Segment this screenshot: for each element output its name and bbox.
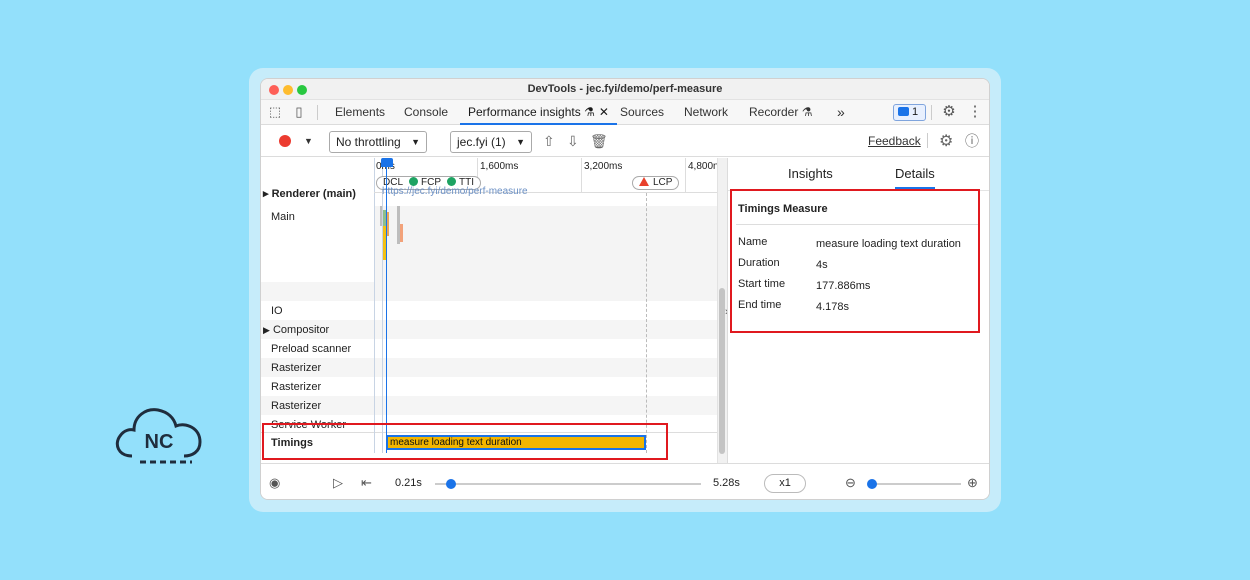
tick-line: [581, 158, 582, 193]
divider: [927, 133, 928, 148]
nc-cloud-logo: NC: [115, 408, 202, 464]
track-main: Main: [271, 211, 295, 223]
playback-end-time: 5.28s: [713, 477, 740, 489]
screenshot-preview-eye-icon[interactable]: ◉: [269, 475, 280, 491]
more-options-icon[interactable]: ⋮: [967, 104, 983, 120]
settings-gear-icon[interactable]: ⚙: [941, 104, 957, 120]
playback-slider-knob[interactable]: [445, 479, 456, 489]
issues-count: 1: [912, 106, 919, 118]
skip-to-start-icon[interactable]: ⇤: [361, 475, 372, 491]
tab-network[interactable]: Network: [684, 100, 728, 125]
chat-icon: [898, 107, 909, 116]
track-divider: [374, 158, 375, 453]
row-stripe: [261, 358, 717, 377]
close-tab-icon[interactable]: ✕: [599, 105, 609, 119]
divider: [931, 105, 932, 120]
delete-trash-icon[interactable]: 🗑: [590, 133, 608, 150]
row-stripe: [261, 320, 717, 339]
playback-footer: ◉ ▷ ⇤ 0.21s 5.28s x1 ⊖ ⊕: [261, 463, 989, 499]
throttling-value: No throttling: [336, 135, 401, 149]
track-rasterizer: Rasterizer: [271, 362, 322, 374]
main-thread-area: [374, 206, 717, 301]
flask-icon: ⚗: [801, 105, 813, 119]
tab-performance-insights-label: Performance insights: [468, 105, 581, 119]
tick-line: [685, 158, 686, 193]
tick-label: 4,800n: [688, 161, 719, 172]
track-rasterizer: Rasterizer: [271, 400, 322, 412]
playhead-handle[interactable]: [381, 158, 393, 167]
playback-slider[interactable]: [435, 483, 701, 485]
recording-select[interactable]: jec.fyi (1) ▼: [450, 131, 532, 153]
details-highlight-box: [730, 189, 980, 333]
record-button[interactable]: [279, 135, 291, 147]
upload-icon[interactable]: ⇧: [543, 133, 555, 150]
tab-recorder[interactable]: Recorder ⚗: [749, 100, 812, 125]
fcp-dot-icon: [409, 177, 419, 186]
panel-settings-gear-icon[interactable]: ⚙: [939, 131, 953, 151]
record-options-chevron-down-icon[interactable]: ▼: [304, 136, 313, 146]
zoom-out-icon[interactable]: ⊖: [845, 475, 856, 491]
lcp-marker-pill[interactable]: LCP: [632, 176, 680, 190]
tab-console[interactable]: Console: [404, 100, 448, 125]
zoom-slider-knob[interactable]: [866, 479, 877, 489]
issues-badge[interactable]: 1: [893, 104, 926, 121]
track-io: IO: [271, 305, 283, 317]
track-preload-scanner: Preload scanner: [271, 343, 352, 355]
chevron-down-icon: ▼: [516, 137, 525, 147]
renderer-url[interactable]: https://jec.fyi/demo/perf-measure: [382, 186, 528, 197]
inspect-element-icon[interactable]: ⬚: [267, 104, 283, 120]
tick-label: 1,600ms: [480, 161, 519, 172]
performance-toolbar: ▼ No throttling ▼ jec.fyi (1) ▼ ⇧ ⇩ 🗑 Feed…: [261, 125, 989, 157]
window-title: DevTools - jec.fyi/demo/perf-measure: [527, 83, 723, 95]
lcp-marker: LCP: [653, 177, 673, 188]
warning-triangle-icon: [639, 177, 649, 186]
chevron-down-icon: ▼: [411, 137, 420, 147]
tab-insights[interactable]: Insights: [788, 166, 833, 181]
track-compositor-label: Compositor: [272, 324, 330, 336]
track-compositor[interactable]: ▶ Compositor: [263, 324, 329, 336]
device-toolbar-icon[interactable]: ▯: [291, 104, 307, 120]
expand-arrow-icon: ▶: [263, 325, 270, 335]
divider: [317, 105, 318, 120]
zoom-in-icon[interactable]: ⊕: [967, 475, 978, 491]
title-bar: DevTools - jec.fyi/demo/perf-measure: [261, 79, 989, 100]
more-tabs-icon[interactable]: »: [837, 100, 845, 125]
logo-text: NC: [145, 431, 174, 453]
track-rasterizer: Rasterizer: [271, 381, 322, 393]
track-renderer-main[interactable]: ▸ Renderer (main): [263, 187, 356, 200]
timeline-pane: 0ms 1,600ms 3,200ms 4,800n DCLFCPTTI LCP…: [261, 158, 727, 463]
flask-icon: ⚗: [584, 105, 595, 119]
panel-tabs: ⬚ ▯ Elements Console Performance insight…: [261, 100, 989, 125]
tti-dot-icon: [447, 177, 457, 186]
zoom-slider[interactable]: [869, 483, 961, 485]
playback-start-time: 0.21s: [395, 477, 422, 489]
play-icon[interactable]: ▷: [333, 475, 343, 491]
lcp-dashed-line: [646, 193, 647, 453]
tab-elements[interactable]: Elements: [335, 100, 385, 125]
recording-value: jec.fyi (1): [457, 135, 506, 149]
track-divider: [382, 158, 383, 453]
tab-performance-insights[interactable]: Performance insights ⚗ ✕: [460, 100, 617, 125]
download-icon[interactable]: ⇩: [567, 133, 579, 150]
tab-recorder-label: Recorder: [749, 105, 799, 119]
tick-label: 3,200ms: [584, 161, 623, 172]
throttling-select[interactable]: No throttling ▼: [329, 131, 427, 153]
tab-details[interactable]: Details: [895, 166, 935, 189]
feedback-link[interactable]: Feedback: [868, 134, 921, 148]
timings-highlight-box: [262, 423, 668, 460]
playhead-line: [386, 158, 387, 453]
help-icon[interactable]: ⓘ: [965, 131, 979, 151]
tab-sources[interactable]: Sources: [620, 100, 664, 125]
playback-speed-button[interactable]: x1: [764, 474, 806, 493]
flame-block[interactable]: [400, 224, 403, 242]
